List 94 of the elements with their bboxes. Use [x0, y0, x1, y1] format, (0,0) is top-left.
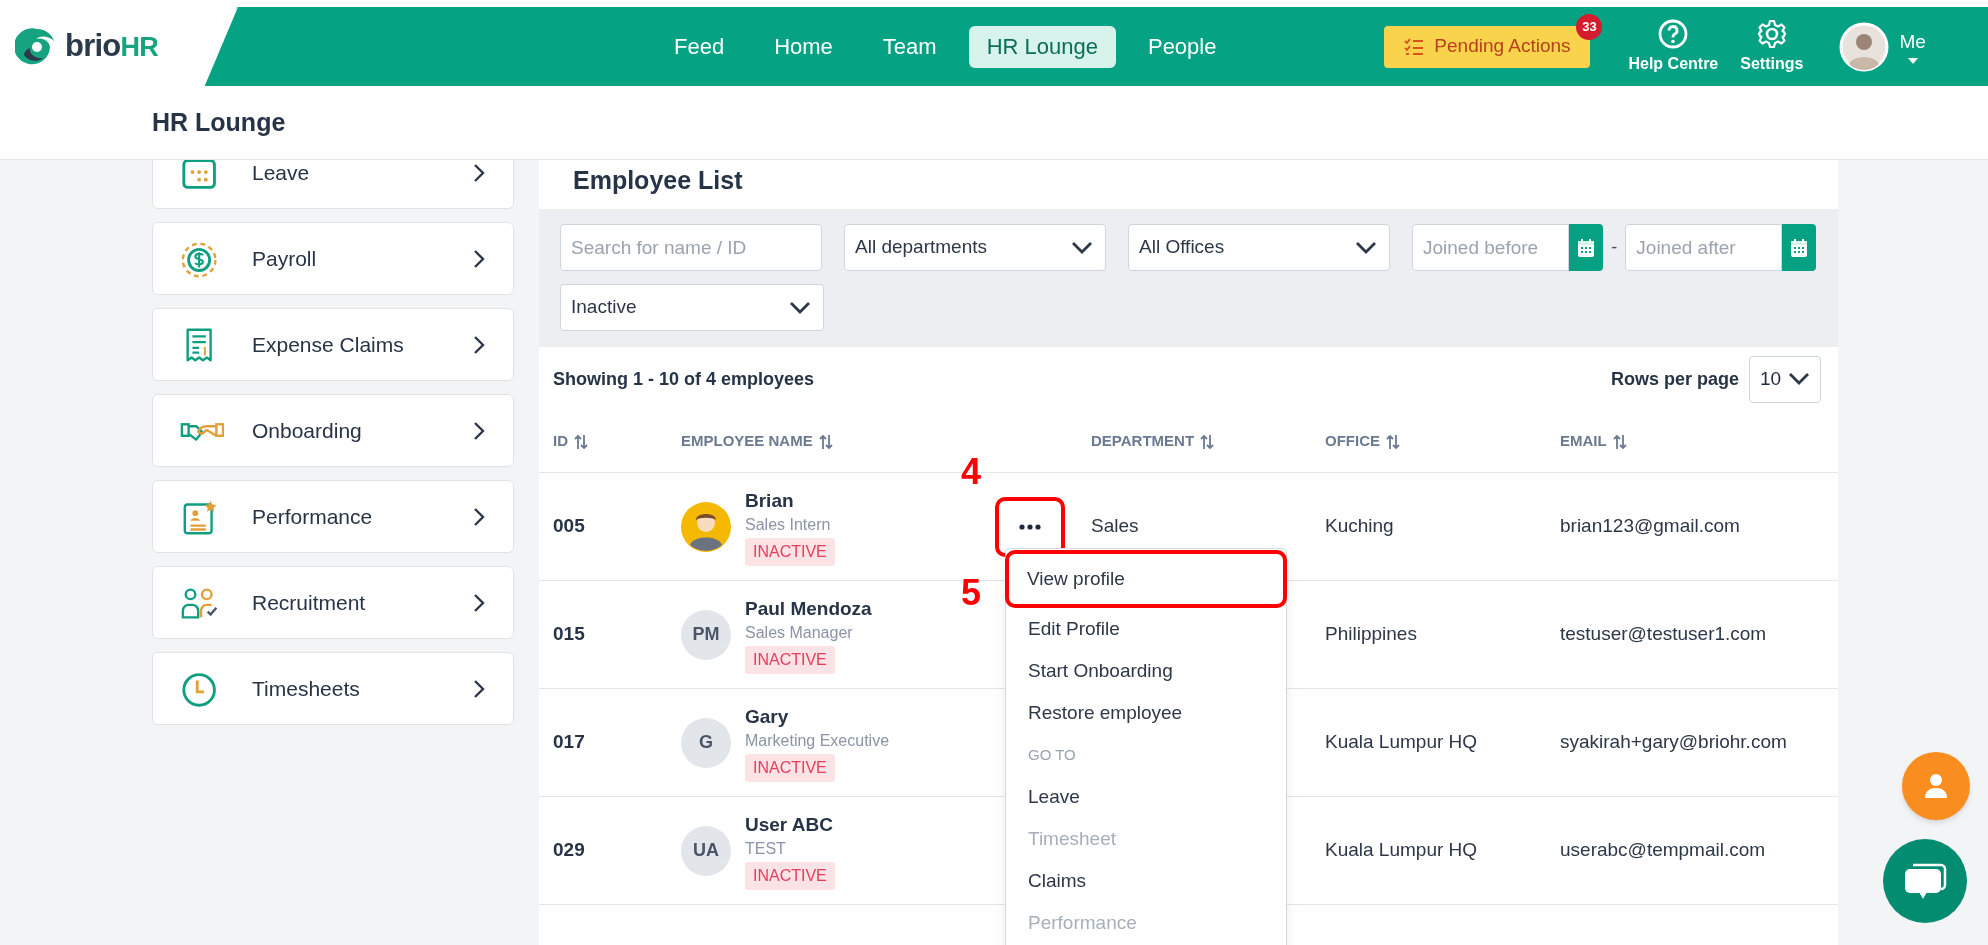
rows-per-page-select[interactable]: 10: [1749, 355, 1821, 403]
caret-icon: [1906, 56, 1919, 65]
chat-icon: [1903, 861, 1947, 901]
menu-item[interactable]: Edit Profile: [1006, 608, 1286, 650]
status-badge: INACTIVE: [745, 645, 835, 674]
menu-item[interactable]: Start Onboarding: [1006, 650, 1286, 692]
column-header: DEPARTMENT: [1091, 431, 1195, 452]
chevron-right-icon: [473, 334, 485, 355]
nav-tab[interactable]: HR Lounge: [968, 25, 1116, 68]
status-badge: INACTIVE: [745, 861, 835, 890]
sidebar-item[interactable]: Performance: [152, 480, 514, 553]
sidebar-item[interactable]: Onboarding: [152, 394, 514, 467]
calendar-button[interactable]: [1782, 224, 1817, 271]
job-title: TEST: [745, 838, 786, 859]
table-cell-text: userabc@tempmail.com: [1560, 838, 1766, 863]
chevron-down-icon: [1071, 240, 1093, 255]
search-field[interactable]: Search for name / ID: [560, 224, 822, 271]
chevron-right-icon: [473, 678, 485, 699]
sidebar-item[interactable]: Payroll: [152, 222, 514, 295]
count-badge: 33: [1576, 13, 1603, 40]
column-header: EMPLOYEE NAME: [681, 431, 813, 452]
employee-name: Paul Mendoza: [745, 596, 872, 621]
checklist-icon: [1404, 37, 1425, 56]
annotation-number: 5: [961, 573, 982, 613]
sidebar-item[interactable]: Expense Claims: [152, 308, 514, 381]
table-cell-text: Kuala Lumpur HQ: [1325, 838, 1478, 863]
profile-fab[interactable]: [1902, 752, 1970, 820]
chevron-right-icon: [473, 162, 485, 183]
results-summary: Showing 1 - 10 of 4 employees: [553, 367, 815, 391]
chevron-right-icon: [473, 420, 485, 441]
page-title: HR Lounge: [152, 106, 286, 138]
calendar-icon: [1790, 237, 1809, 258]
table-cell-text: syakirah+gary@briohr.com: [1560, 730, 1787, 755]
job-title: Sales Intern: [745, 514, 831, 535]
table-cell: Sales: [1091, 515, 1139, 537]
select-field[interactable]: All departments: [844, 224, 1106, 271]
table-cell-text: 017: [553, 730, 585, 755]
sort-icon: [1612, 433, 1627, 450]
sort-icon: [818, 433, 833, 450]
calendar-button[interactable]: [1569, 224, 1603, 271]
column-header: ID: [553, 431, 568, 452]
date-field[interactable]: Joined after: [1625, 224, 1783, 271]
settings-icon: [1755, 17, 1788, 50]
section-title: Employee List: [572, 165, 744, 196]
job-title: Marketing Executive: [745, 730, 890, 751]
status-badge: INACTIVE: [745, 537, 835, 566]
annotation-number: 4: [961, 452, 982, 492]
chevron-down-icon: [1788, 372, 1810, 386]
menu-item[interactable]: View profile: [1005, 550, 1287, 608]
select-field[interactable]: All Offices: [1128, 224, 1390, 271]
avatar-icon: [1839, 21, 1890, 72]
employee-name: User ABC: [745, 812, 833, 837]
table-cell-text: Philippines: [1325, 622, 1417, 647]
table-cell-text: 015: [553, 622, 585, 647]
table-cell-text: Kuching: [1325, 514, 1394, 539]
chevron-down-icon: [1355, 240, 1377, 255]
chevron-right-icon: [473, 248, 485, 269]
employee-name: Gary: [745, 704, 789, 729]
employee-name: Brian: [745, 488, 794, 513]
avatar-icon: [681, 501, 731, 552]
column-header: EMAIL: [1560, 431, 1607, 452]
chevron-right-icon: [473, 592, 485, 613]
rows-per-page-label: Rows per page: [1610, 367, 1739, 391]
chevron-down-icon: [789, 300, 811, 315]
job-title: Sales Manager: [745, 622, 853, 643]
sidebar-item[interactable]: Leave: [152, 160, 514, 209]
calendar-icon: [1577, 237, 1595, 258]
table-cell-text: 029: [553, 838, 585, 863]
menu-item[interactable]: Leave: [1006, 776, 1286, 818]
table-cell-text: Kuala Lumpur HQ: [1325, 730, 1478, 755]
avatar: PM: [681, 609, 731, 660]
help-icon: [1657, 17, 1690, 50]
column-header: OFFICE: [1325, 431, 1380, 452]
sidebar-item[interactable]: Recruitment: [152, 566, 514, 639]
sort-icon: [1200, 433, 1215, 450]
menu-item[interactable]: Claims: [1006, 860, 1286, 902]
select-field[interactable]: Inactive: [560, 284, 824, 331]
date-field[interactable]: Joined before: [1412, 224, 1569, 271]
table-cell-text: brian123@gmail.com: [1560, 514, 1740, 539]
table-cell-text: 005: [553, 514, 585, 539]
avatar: G: [681, 717, 731, 768]
sidebar-item[interactable]: Timesheets: [152, 652, 514, 725]
sort-icon: [574, 433, 588, 450]
range-separator: -: [1611, 235, 1618, 260]
status-badge: INACTIVE: [745, 753, 835, 782]
table-cell-text: testuser@testuser1.com: [1560, 622, 1767, 647]
menu-item[interactable]: Restore employee: [1006, 692, 1286, 734]
chevron-right-icon: [473, 506, 485, 527]
person-icon: [1922, 772, 1950, 800]
avatar: UA: [681, 825, 731, 876]
menu-section-label: GO TO: [1027, 744, 1077, 765]
logo-text: brioHR: [65, 27, 158, 66]
more-icon: [1019, 523, 1041, 530]
sort-icon: [1386, 433, 1400, 450]
